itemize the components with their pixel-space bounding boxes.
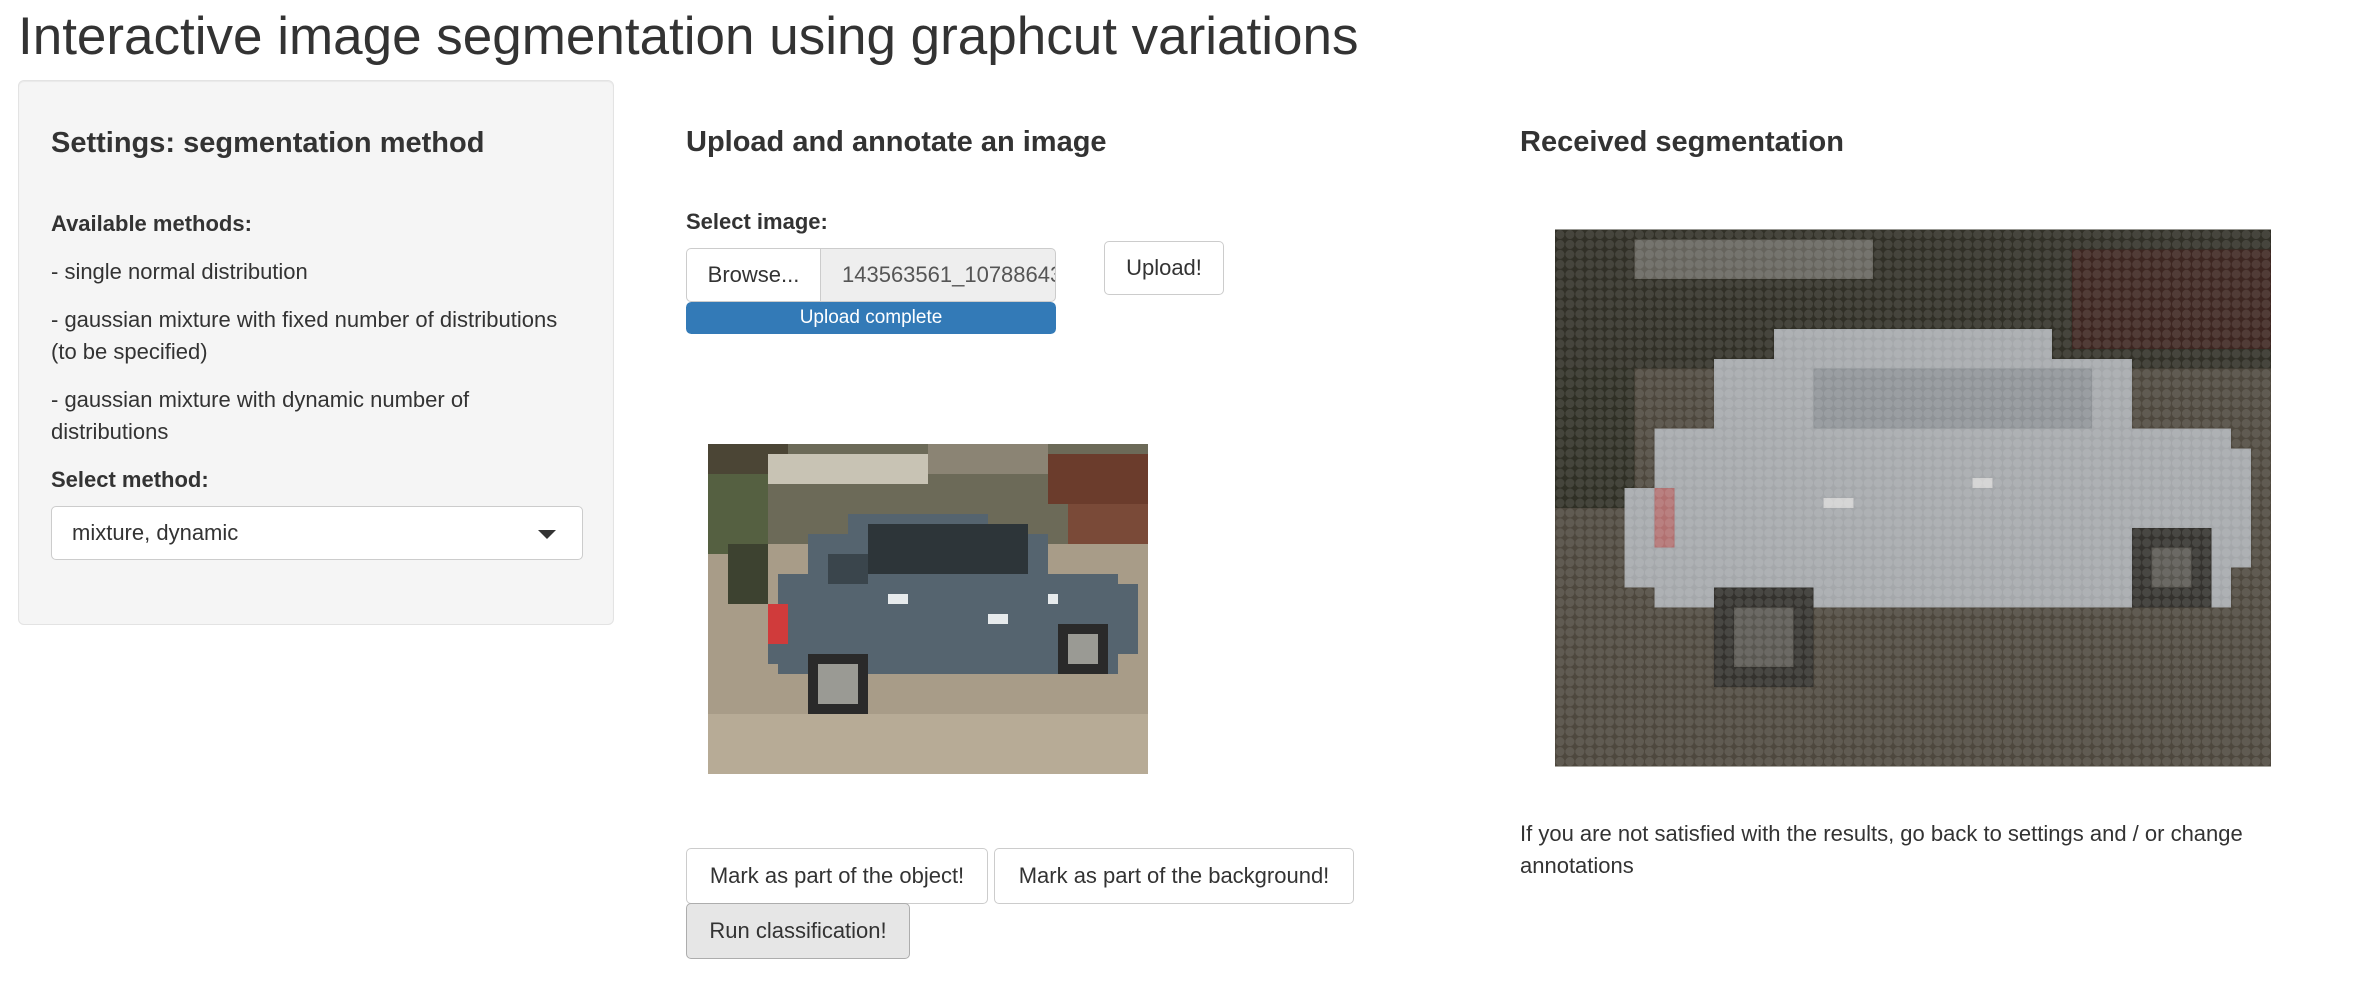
upload-button[interactable]: Upload! [1104,241,1224,295]
available-methods-label: Available methods: [51,211,252,236]
upload-progress-bar: Upload complete [686,302,1056,334]
select-method-label: Select method: [51,467,209,492]
preview-windows [868,524,1028,574]
method-item: - gaussian mixture with fixed number of … [51,307,558,364]
mark-background-button[interactable]: Mark as part of the background! [994,848,1354,904]
select-image-label: Select image: [686,209,828,234]
upload-heading: Upload and annotate an image [686,126,1107,158]
file-name-field[interactable]: 143563561_10788643 [820,248,1056,302]
preview-fence [1048,454,1148,504]
method-item: - single normal distribution [51,259,308,284]
run-classification-button[interactable]: Run classification! [686,903,910,959]
upload-progress-fill: Upload complete [686,302,1056,334]
method-select[interactable]: mixture, dynamic [51,506,583,560]
preview-taillight [768,604,788,644]
settings-sidebar: Settings: segmentation method Available … [18,80,614,625]
upload-panel: Upload and annotate an image Select imag… [686,126,1406,959]
settings-heading: Settings: segmentation method [51,127,485,159]
caret-down-icon [538,530,556,539]
page-title: Interactive image segmentation using gra… [18,7,1359,66]
uploaded-image-preview[interactable] [708,444,1148,774]
mark-object-button[interactable]: Mark as part of the object! [686,848,988,904]
result-panel: Received segmentation If you are not sat… [1520,126,2320,878]
method-select-value: mixture, dynamic [72,520,239,545]
segmentation-result-image [1555,229,2271,767]
result-note: If you are not satisfied with the result… [1520,821,2243,878]
seg-dither-overlay [1555,229,2271,767]
result-heading: Received segmentation [1520,126,1844,158]
preview-building [768,454,928,484]
file-input: Browse... 143563561_10788643 [686,248,1056,302]
method-item: - gaussian mixture with dynamic number o… [51,387,470,444]
browse-button[interactable]: Browse... [686,248,820,302]
